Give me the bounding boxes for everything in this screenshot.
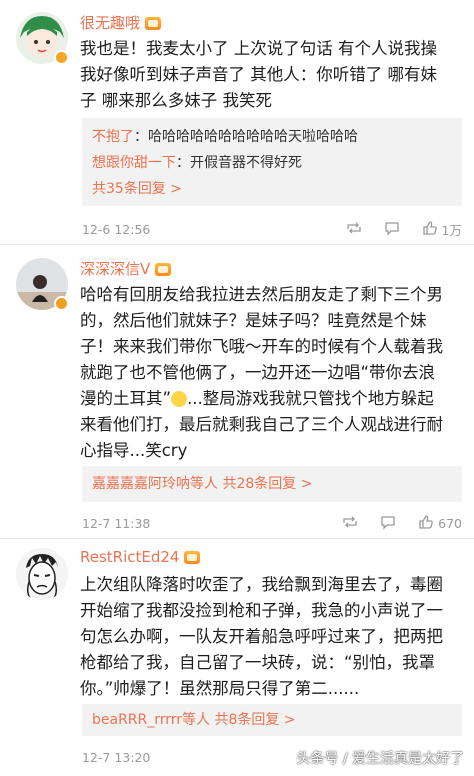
avatar[interactable] bbox=[16, 548, 68, 600]
reply-usernames[interactable]: beaRRR_rrrrr等人 bbox=[92, 712, 210, 728]
reply-usernames[interactable]: 嘉嘉嘉嘉阿玲呐等人 bbox=[92, 476, 218, 492]
reply-line[interactable]: 想跟你甜一下：开假音器不得好死 bbox=[92, 150, 452, 176]
laugh-emoji-icon bbox=[171, 391, 188, 407]
reply-box[interactable]: 嘉嘉嘉嘉阿玲呐等人 共28条回复 > bbox=[82, 466, 462, 502]
more-replies-link[interactable]: 共8条回复 > bbox=[215, 712, 296, 728]
reply-username[interactable]: 不抱了 bbox=[92, 129, 134, 145]
v-badge-icon bbox=[54, 296, 69, 311]
watermark: 头条号 / 爱生活真是太好了 bbox=[296, 751, 464, 767]
comment-meta: 12-7 11:38 670 bbox=[82, 514, 462, 534]
repost-icon[interactable] bbox=[342, 514, 358, 533]
reply-text: 哈哈哈哈哈哈哈哈哈哈天啦哈哈哈 bbox=[148, 129, 358, 145]
reply-box[interactable]: beaRRR_rrrrr等人 共8条回复 > bbox=[82, 704, 462, 736]
comment-timestamp: 12-7 13:20 bbox=[82, 750, 151, 765]
repost-icon[interactable] bbox=[346, 220, 362, 239]
comment-timestamp: 12-6 12:56 bbox=[82, 222, 151, 237]
like-count: 670 bbox=[438, 516, 462, 531]
reply-line[interactable]: 不抱了：哈哈哈哈哈哈哈哈哈哈天啦哈哈哈 bbox=[92, 124, 452, 150]
divider bbox=[0, 538, 474, 539]
comment-username[interactable]: 很无趣哦 bbox=[80, 12, 162, 33]
more-replies-link[interactable]: 共35条回复 > bbox=[92, 181, 182, 197]
reply-username[interactable]: 想跟你甜一下 bbox=[92, 155, 176, 171]
comment-text: 哈哈有回朋友给我拉进去然后朋友走了剩下三个男 的，然后他们就妹子？是妹子吗？哇竟… bbox=[80, 285, 443, 460]
like-icon[interactable] bbox=[422, 220, 438, 239]
v-badge-icon bbox=[54, 50, 69, 65]
reply-box[interactable]: 不抱了：哈哈哈哈哈哈哈哈哈哈天啦哈哈哈 想跟你甜一下：开假音器不得好死 共35条… bbox=[82, 118, 462, 206]
comment-username[interactable]: RestRictEd24 bbox=[80, 548, 201, 566]
comment-username[interactable]: 深深深信V bbox=[80, 258, 172, 279]
comment-icon[interactable] bbox=[380, 514, 396, 533]
like-icon[interactable] bbox=[418, 514, 434, 533]
like-count: 1万 bbox=[441, 223, 462, 238]
level-badge-icon bbox=[184, 551, 201, 564]
comment-icon[interactable] bbox=[384, 220, 400, 239]
reply-text: 开假音器不得好死 bbox=[190, 155, 302, 171]
comment-meta: 12-6 12:56 1万 bbox=[82, 220, 462, 240]
comment-timestamp: 12-7 11:38 bbox=[82, 516, 151, 531]
divider bbox=[0, 244, 474, 245]
comment-text: 上次组队降落时吹歪了，我给飘到海里去了，毒圈 开始缩了我都没捡到枪和子弹，我急的… bbox=[80, 575, 443, 698]
comment-text: 我也是！我麦太小了 上次说了句话 有个人说我操 我好像听到妹子声音了 其他人：你… bbox=[80, 39, 437, 110]
more-replies-link[interactable]: 共28条回复 > bbox=[222, 476, 312, 492]
level-badge-icon bbox=[155, 263, 172, 276]
level-badge-icon bbox=[145, 17, 162, 30]
